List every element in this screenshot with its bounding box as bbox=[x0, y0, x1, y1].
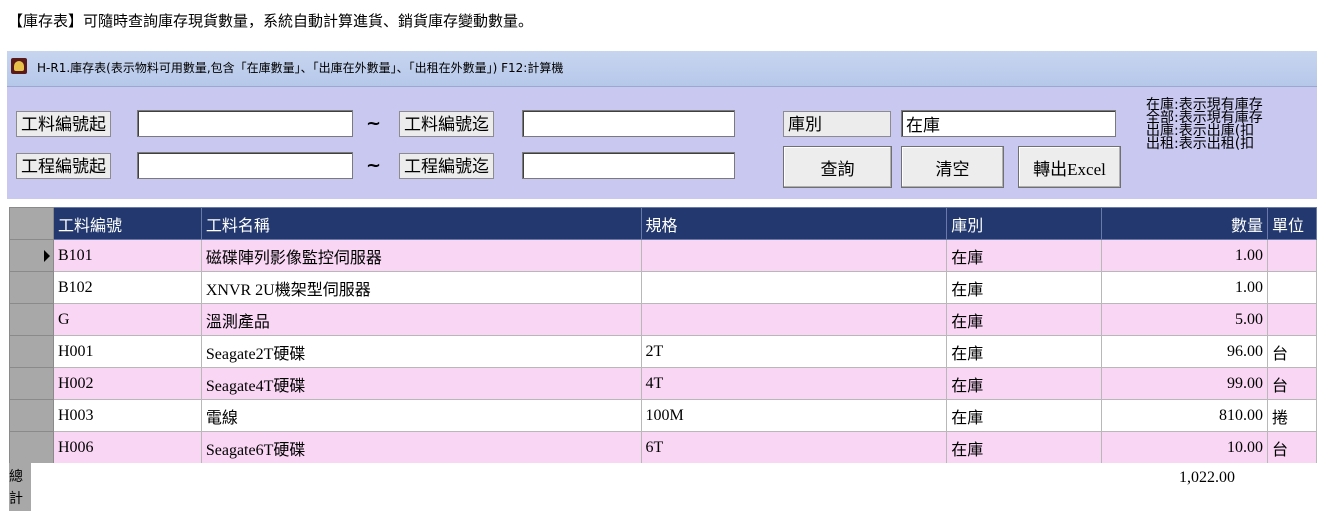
inventory-grid: 工料編號 工料名稱 規格 庫別 數量 單位 B101 磁碟陣列影像監控伺服器 在庫 1… bbox=[7, 199, 1317, 511]
cell-unit[interactable]: 捲 bbox=[1266, 399, 1317, 432]
table-row[interactable]: B102 XNVR 2U機架型伺服器 在庫 1.00 bbox=[9, 271, 1317, 304]
cell-material-name[interactable]: Seagate2T硬碟 bbox=[200, 335, 642, 368]
table-row[interactable]: H001 Seagate2T硬碟 2T 在庫 96.00 台 bbox=[9, 335, 1317, 368]
row-header[interactable] bbox=[9, 303, 54, 336]
cell-quantity[interactable]: 810.00 bbox=[1101, 399, 1268, 432]
cell-unit[interactable]: 台 bbox=[1266, 367, 1317, 400]
project-to-label: 工程編號迄 bbox=[399, 153, 494, 179]
warehouse-label: 庫別 bbox=[783, 111, 891, 137]
project-to-input[interactable] bbox=[522, 152, 735, 179]
corner-cell bbox=[9, 207, 54, 240]
column-header-quantity[interactable]: 數量 bbox=[1101, 207, 1268, 240]
cell-spec[interactable]: 100M bbox=[640, 399, 948, 432]
cell-spec[interactable] bbox=[640, 271, 948, 304]
cell-material-name[interactable]: Seagate4T硬碟 bbox=[200, 367, 642, 400]
table-row[interactable]: G 溫測產品 在庫 5.00 bbox=[9, 303, 1317, 336]
inventory-window: H-R1.庫存表(表示物料可用數量,包含「在庫數量」、「出庫在外數量」、「出租在… bbox=[7, 51, 1317, 511]
material-to-label: 工料編號迄 bbox=[399, 111, 494, 137]
filter-panel: 工料編號起 ~ 工料編號迄 工程編號起 ~ 工程編號迄 庫別 查詢 清空 轉出E… bbox=[7, 87, 1317, 199]
row-header[interactable] bbox=[9, 399, 54, 432]
cell-material-name[interactable]: 電線 bbox=[200, 399, 642, 432]
cell-spec[interactable] bbox=[640, 239, 948, 272]
cell-unit[interactable]: 台 bbox=[1266, 431, 1317, 464]
cell-material-no[interactable]: H002 bbox=[52, 367, 202, 400]
query-button[interactable]: 查詢 bbox=[783, 146, 892, 188]
note-line: 出租:表示出租(扣 bbox=[1146, 136, 1255, 152]
app-icon bbox=[11, 58, 27, 74]
cell-warehouse[interactable]: 在庫 bbox=[946, 271, 1103, 304]
window-titlebar: H-R1.庫存表(表示物料可用數量,包含「在庫數量」、「出庫在外數量」、「出租在… bbox=[7, 51, 1317, 87]
project-range-tilde: ~ bbox=[366, 155, 382, 176]
cell-warehouse[interactable]: 在庫 bbox=[946, 399, 1103, 432]
cell-warehouse[interactable]: 在庫 bbox=[946, 431, 1103, 464]
cell-warehouse[interactable]: 在庫 bbox=[946, 335, 1103, 368]
cell-spec[interactable]: 2T bbox=[640, 335, 948, 368]
row-header[interactable] bbox=[9, 335, 54, 368]
cell-unit[interactable] bbox=[1266, 303, 1317, 336]
column-header-material-name[interactable]: 工料名稱 bbox=[200, 207, 642, 240]
column-header-unit[interactable]: 單位 bbox=[1266, 207, 1317, 240]
material-to-input[interactable] bbox=[522, 110, 735, 137]
cell-material-name[interactable]: 溫測產品 bbox=[200, 303, 642, 336]
warehouse-notes: 在庫:表示現有庫存 全部:表示現有庫存 出庫:表示出庫(扣 出租:表示出租(扣 bbox=[1146, 98, 1263, 152]
cell-unit[interactable] bbox=[1266, 271, 1317, 304]
total-row: 總計 1,022.00 bbox=[9, 463, 1317, 511]
cell-quantity[interactable]: 10.00 bbox=[1101, 431, 1268, 464]
export-excel-button[interactable]: 轉出Excel bbox=[1018, 146, 1121, 188]
table-row[interactable]: H002 Seagate4T硬碟 4T 在庫 99.00 台 bbox=[9, 367, 1317, 400]
cell-material-name[interactable]: Seagate6T硬碟 bbox=[200, 431, 642, 464]
project-from-label: 工程編號起 bbox=[16, 153, 111, 179]
row-header[interactable] bbox=[9, 367, 54, 400]
table-row[interactable]: H006 Seagate6T硬碟 6T 在庫 10.00 台 bbox=[9, 431, 1317, 464]
cell-spec[interactable]: 6T bbox=[640, 431, 948, 464]
cell-material-no[interactable]: G bbox=[52, 303, 202, 336]
cell-warehouse[interactable]: 在庫 bbox=[946, 303, 1103, 336]
total-label: 總計 bbox=[9, 463, 31, 511]
table-header-row: 工料編號 工料名稱 規格 庫別 數量 單位 bbox=[9, 207, 1317, 240]
column-header-spec[interactable]: 規格 bbox=[640, 207, 948, 240]
cell-quantity[interactable]: 5.00 bbox=[1101, 303, 1268, 336]
total-quantity: 1,022.00 bbox=[1179, 469, 1235, 486]
row-header[interactable] bbox=[9, 239, 54, 272]
cell-material-name[interactable]: XNVR 2U機架型伺服器 bbox=[200, 271, 642, 304]
cell-material-no[interactable]: B101 bbox=[52, 239, 202, 272]
cell-quantity[interactable]: 1.00 bbox=[1101, 271, 1268, 304]
material-range-tilde: ~ bbox=[366, 113, 382, 134]
window-title: H-R1.庫存表(表示物料可用數量,包含「在庫數量」、「出庫在外數量」、「出租在… bbox=[37, 61, 564, 75]
row-header[interactable] bbox=[9, 271, 54, 304]
cell-material-no[interactable]: H006 bbox=[52, 431, 202, 464]
column-header-material-no[interactable]: 工料編號 bbox=[52, 207, 202, 240]
cell-quantity[interactable]: 99.00 bbox=[1101, 367, 1268, 400]
table-row[interactable]: B101 磁碟陣列影像監控伺服器 在庫 1.00 bbox=[9, 239, 1317, 272]
cell-unit[interactable] bbox=[1266, 239, 1317, 272]
cell-material-name[interactable]: 磁碟陣列影像監控伺服器 bbox=[200, 239, 642, 272]
cell-quantity[interactable]: 1.00 bbox=[1101, 239, 1268, 272]
cell-material-no[interactable]: H003 bbox=[52, 399, 202, 432]
clear-button[interactable]: 清空 bbox=[901, 146, 1004, 188]
cell-unit[interactable]: 台 bbox=[1266, 335, 1317, 368]
cell-material-no[interactable]: H001 bbox=[52, 335, 202, 368]
row-header[interactable] bbox=[9, 431, 54, 464]
cell-material-no[interactable]: B102 bbox=[52, 271, 202, 304]
column-header-warehouse[interactable]: 庫別 bbox=[946, 207, 1103, 240]
inventory-table: 工料編號 工料名稱 規格 庫別 數量 單位 B101 磁碟陣列影像監控伺服器 在庫 1… bbox=[9, 207, 1317, 464]
cell-warehouse[interactable]: 在庫 bbox=[946, 367, 1103, 400]
current-row-arrow-icon bbox=[43, 250, 50, 262]
cell-spec[interactable]: 4T bbox=[640, 367, 948, 400]
table-row[interactable]: H003 電線 100M 在庫 810.00 捲 bbox=[9, 399, 1317, 432]
project-from-input[interactable] bbox=[137, 152, 353, 179]
cell-warehouse[interactable]: 在庫 bbox=[946, 239, 1103, 272]
material-from-label: 工料編號起 bbox=[16, 111, 111, 137]
cell-quantity[interactable]: 96.00 bbox=[1101, 335, 1268, 368]
warehouse-input[interactable] bbox=[901, 110, 1116, 137]
material-from-input[interactable] bbox=[137, 110, 353, 137]
cell-spec[interactable] bbox=[640, 303, 948, 336]
page-caption: 【庫存表】可隨時查詢庫存現貨數量，系統自動計算進貨、銷貨庫存變動數量。 bbox=[8, 12, 534, 30]
